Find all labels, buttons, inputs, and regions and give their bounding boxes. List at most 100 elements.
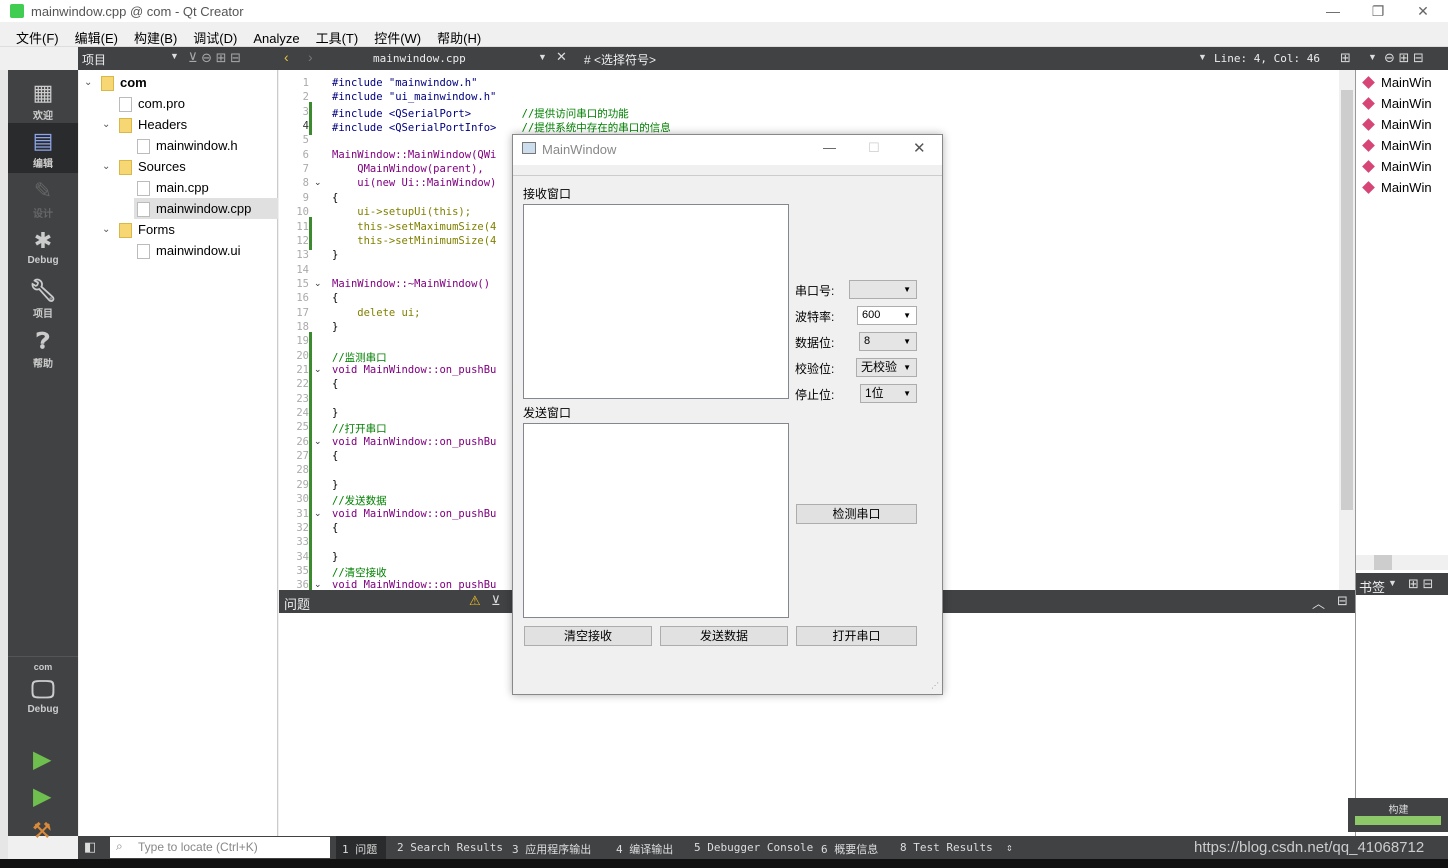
chevron-down-icon[interactable]: ⌄ [102, 219, 110, 240]
tree-item[interactable]: ⌄ Forms [102, 219, 175, 240]
tab-compile-output[interactable]: 4 编译输出 [616, 841, 673, 857]
tree-item[interactable]: mainwindow.ui [137, 240, 241, 261]
build-hammer-icon[interactable]: ⚒ [32, 818, 52, 844]
kit-selector[interactable]: com 🖵︎ Debug [8, 660, 78, 730]
cursor-position[interactable]: Line: 4, Col: 46 [1214, 52, 1320, 65]
fold-chevron-icon[interactable]: ⌄ [314, 508, 322, 519]
tab-test-results[interactable]: 8 Test Results [900, 841, 993, 854]
tab-general-messages[interactable]: 6 概要信息 [821, 841, 878, 857]
split-icon[interactable]: ⊞ [1340, 50, 1351, 66]
mode-design[interactable]: ✎ 设计 [8, 173, 78, 223]
code-line: } [332, 550, 339, 563]
menu-build[interactable]: 构建(B) [126, 22, 185, 47]
maximize-pane-icon[interactable]: ︿ [1312, 593, 1325, 612]
tree-item[interactable]: ⌄ Headers [102, 114, 187, 135]
tab-app-output[interactable]: 3 应用程序输出 [512, 841, 591, 857]
dialog-minimize-button[interactable]: — [823, 140, 836, 155]
open-port-button[interactable]: 打开串口 [796, 626, 917, 646]
clear-receive-button[interactable]: 清空接收 [524, 626, 652, 646]
mode-help[interactable]: ❓︎ 帮助 [8, 323, 78, 373]
editor-scrollbar[interactable] [1339, 70, 1355, 590]
outline-hscrollbar[interactable] [1356, 555, 1448, 570]
sidebar-toggle-icon[interactable]: ◧ [84, 839, 96, 855]
tab-debugger-console[interactable]: 5 Debugger Console [694, 841, 813, 854]
menu-widgets[interactable]: 控件(W) [366, 22, 429, 47]
chevron-down-icon[interactable]: ▼ [1368, 52, 1377, 62]
file-tab[interactable]: mainwindow.cpp [373, 52, 466, 65]
minimize-button[interactable]: — [1310, 0, 1356, 22]
debug-run-icon[interactable]: ▶ [33, 782, 51, 811]
maximize-button[interactable]: ❐ [1355, 0, 1401, 22]
fold-chevron-icon[interactable]: ⌄ [314, 436, 322, 447]
menu-file[interactable]: 文件(F) [8, 22, 67, 47]
split-icon[interactable]: ⊞ ⊟ [1408, 576, 1433, 592]
chevron-down-icon[interactable]: ▼ [170, 51, 179, 61]
close-file-icon[interactable]: ✕ [556, 49, 567, 65]
file-icon [119, 97, 132, 113]
chevron-down-icon[interactable]: ⌄ [102, 156, 110, 177]
tree-item[interactable]: mainwindow.cpp [137, 198, 251, 219]
tree-item[interactable]: com.pro [119, 93, 185, 114]
port-combobox[interactable] [849, 280, 917, 299]
filter-icon[interactable]: ⊻ ⊖ ⊞ ⊟ [188, 50, 241, 66]
menu-help[interactable]: 帮助(H) [429, 22, 489, 47]
menu-tools[interactable]: 工具(T) [308, 22, 367, 47]
outline-item[interactable]: MainWin [1381, 159, 1432, 174]
fold-chevron-icon[interactable]: ⌄ [314, 364, 322, 375]
chevron-down-icon[interactable]: ⌄ [84, 72, 92, 93]
resize-grip-icon[interactable]: ⋰ [931, 681, 939, 690]
forward-icon[interactable]: › [308, 49, 313, 65]
tree-item[interactable]: ⌄ Sources [102, 156, 186, 177]
dialog-maximize-button[interactable]: ☐ [868, 140, 880, 156]
outline-item[interactable]: MainWin [1381, 180, 1432, 195]
file-icon [137, 244, 150, 260]
menu-debug[interactable]: 调试(D) [185, 22, 245, 47]
stopbits-combobox[interactable]: 1位 [860, 384, 917, 403]
chevron-down-icon[interactable]: ▼ [538, 52, 547, 62]
line-number: 29 [296, 478, 309, 491]
mode-edit[interactable]: ▤ 编辑 [8, 123, 78, 173]
run-icon[interactable]: ▶ [33, 745, 51, 774]
symbol-selector[interactable]: # <选择符号> [584, 51, 656, 68]
menu-edit[interactable]: 编辑(E) [67, 22, 126, 47]
menu-analyze[interactable]: Analyze [245, 25, 307, 46]
more-tabs-icon[interactable]: ⇕ [1006, 841, 1013, 854]
tab-search-results[interactable]: 2 Search Results [397, 841, 503, 854]
outline-item[interactable]: MainWin [1381, 117, 1432, 132]
outline-item[interactable]: MainWin [1381, 138, 1432, 153]
fold-chevron-icon[interactable]: ⌄ [314, 579, 322, 590]
chevron-down-icon[interactable]: ⌄ [102, 114, 110, 135]
baud-combobox[interactable]: 600 [857, 306, 917, 325]
send-textbox[interactable] [523, 423, 789, 618]
mode-welcome[interactable]: ▦ 欢迎 [8, 75, 78, 125]
back-icon[interactable]: ‹ [284, 49, 289, 65]
dialog-close-button[interactable]: ✕ [913, 139, 926, 157]
tab-issues[interactable]: 1 问题 [342, 841, 377, 857]
mode-projects[interactable]: 🔧︎ 项目 [8, 273, 78, 323]
filter-icon[interactable]: ⊻ [491, 593, 501, 609]
warning-icon[interactable]: ⚠ [469, 593, 481, 609]
close-pane-icon[interactable]: ⊟ [1337, 593, 1348, 609]
fold-chevron-icon[interactable]: ⌄ [314, 177, 322, 188]
tree-item[interactable]: mainwindow.h [137, 135, 238, 156]
chevron-down-icon[interactable]: ▼ [1388, 578, 1397, 588]
fold-chevron-icon[interactable]: ⌄ [314, 278, 322, 289]
databits-combobox[interactable]: 8 [859, 332, 917, 351]
locate-input[interactable]: ⌕ Type to locate (Ctrl+K) [110, 837, 330, 858]
detect-port-button[interactable]: 检测串口 [796, 504, 917, 524]
close-button[interactable]: ✕ [1400, 0, 1446, 22]
scrollbar-thumb[interactable] [1341, 90, 1353, 510]
tree-item[interactable]: main.cpp [137, 177, 209, 198]
chevron-down-icon[interactable]: ▼ [1198, 52, 1207, 62]
link-icon[interactable]: ⊖ ⊞ ⊟ [1384, 50, 1424, 66]
outline-item[interactable]: MainWin [1381, 96, 1432, 111]
parity-combobox[interactable]: 无校验 [856, 358, 917, 377]
receive-textbox[interactable] [523, 204, 789, 399]
tree-item[interactable]: ⌄ com [84, 72, 147, 93]
send-data-button[interactable]: 发送数据 [660, 626, 788, 646]
mode-debug[interactable]: ✱ Debug [8, 223, 78, 273]
outline-item[interactable]: MainWin [1381, 75, 1432, 90]
window-title: mainwindow.cpp @ com - Qt Creator [31, 4, 244, 19]
dialog-title: MainWindow [542, 142, 617, 157]
project-selector[interactable]: 项目 [82, 51, 106, 68]
